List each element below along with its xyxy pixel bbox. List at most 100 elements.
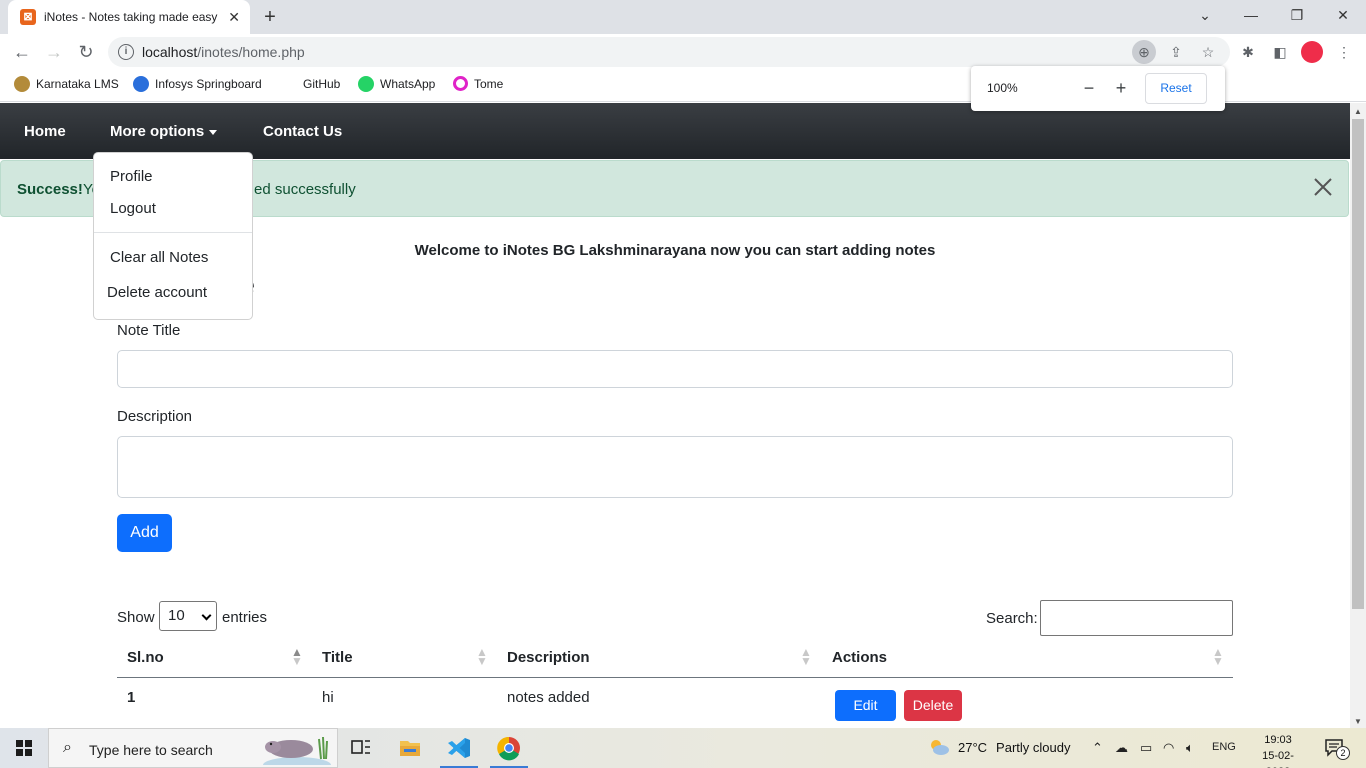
task-view-icon: [351, 740, 370, 754]
clock-date: 15-02-2023: [1262, 750, 1294, 768]
zoom-reset-button[interactable]: Reset: [1145, 73, 1207, 104]
chrome-icon: [497, 736, 520, 761]
wifi-icon[interactable]: ◠: [1163, 740, 1174, 756]
zoom-in-icon[interactable]: +: [1109, 76, 1133, 100]
weather-widget[interactable]: 27°C Partly cloudy: [928, 738, 1070, 756]
bookmark-label: Tome: [474, 76, 504, 91]
entries-length-value: 10: [168, 607, 185, 624]
sort-icon[interactable]: ▲ ▼: [1212, 646, 1224, 667]
nav-more-label: More options: [110, 123, 205, 140]
nav-more-options-toggle[interactable]: More options: [110, 123, 218, 140]
dropdown-clear-all-notes[interactable]: Clear all Notes: [110, 249, 208, 266]
scroll-thumb[interactable]: [1352, 119, 1364, 609]
vscode-icon: [448, 738, 470, 758]
chrome-app[interactable]: [486, 728, 532, 768]
browser-toolbar: ← → ↻ i localhost/inotes/home.php ⊕ ⇪ ☆ …: [0, 34, 1366, 70]
dropdown-delete-account[interactable]: Delete account: [107, 284, 207, 301]
language-indicator[interactable]: ENG: [1212, 741, 1236, 753]
start-button[interactable]: [0, 728, 48, 768]
profile-avatar[interactable]: [1301, 41, 1323, 63]
forward-icon[interactable]: →: [42, 40, 66, 64]
column-header-slno[interactable]: Sl.no: [127, 649, 164, 666]
tab-search-chevron-icon[interactable]: ⌄: [1182, 0, 1228, 30]
taskbar-search-box[interactable]: ⌕ Type here to search: [48, 728, 338, 768]
site-info-icon[interactable]: i: [118, 44, 134, 60]
dropdown-profile[interactable]: Profile: [110, 168, 153, 185]
nav-contact-link[interactable]: Contact Us: [263, 123, 342, 140]
delete-button[interactable]: Delete: [904, 690, 962, 721]
column-header-title[interactable]: Title: [322, 649, 353, 666]
hippo-illustration-icon: [263, 736, 331, 765]
alert-close-icon[interactable]: [1312, 176, 1334, 198]
file-explorer-app[interactable]: [387, 728, 433, 768]
restore-icon[interactable]: ❐: [1274, 0, 1320, 30]
back-icon[interactable]: ←: [10, 40, 34, 64]
edit-button[interactable]: Edit: [835, 690, 896, 721]
cell-description: notes added: [507, 689, 590, 706]
folder-icon: [400, 741, 420, 756]
show-hidden-icons-chevron-icon[interactable]: ⌃: [1092, 740, 1103, 756]
zoom-out-icon[interactable]: −: [1077, 76, 1101, 100]
vscode-app[interactable]: [436, 728, 482, 768]
scroll-down-arrow-icon[interactable]: ▼: [1354, 717, 1362, 726]
battery-icon[interactable]: ▭: [1140, 740, 1152, 756]
new-tab-icon[interactable]: +: [258, 5, 282, 29]
bookmark-whatsapp[interactable]: WhatsApp: [358, 76, 435, 92]
bookmark-tome[interactable]: Tome: [453, 76, 503, 91]
description-textarea[interactable]: [117, 436, 1233, 498]
alert-message-end: ed successfully: [254, 181, 356, 198]
weather-desc: Partly cloudy: [996, 739, 1071, 755]
windows-logo-icon: [16, 740, 32, 756]
side-panel-icon[interactable]: ◧: [1270, 42, 1290, 62]
table-search-input[interactable]: [1040, 600, 1233, 636]
tome-icon: [453, 76, 468, 91]
note-title-input[interactable]: [117, 350, 1233, 388]
dropdown-logout[interactable]: Logout: [110, 200, 156, 217]
menu-kebab-icon[interactable]: ⋮: [1334, 42, 1354, 62]
windows-taskbar: ⌕ Type here to search 27°C Partly cloudy…: [0, 728, 1366, 768]
tab-title: iNotes - Notes taking made easy: [44, 10, 218, 24]
bookmark-infosys-springboard[interactable]: Infosys Springboard: [133, 76, 262, 92]
infosys-icon: [133, 76, 149, 92]
entries-label: entries: [222, 609, 268, 626]
site-navbar: Home More options Contact Us: [0, 103, 1350, 159]
add-note-button[interactable]: Add: [117, 514, 172, 552]
minimize-icon[interactable]: —: [1228, 0, 1274, 30]
onedrive-cloud-icon[interactable]: ☁: [1115, 740, 1128, 756]
url-text[interactable]: localhost/inotes/home.php: [142, 44, 305, 60]
sort-icon[interactable]: ▲ ▼: [800, 646, 812, 667]
task-view-button[interactable]: [338, 728, 384, 768]
notification-count-badge: 2: [1336, 746, 1350, 760]
weather-temp: 27°C: [958, 739, 988, 755]
zoom-level: 100%: [987, 81, 1018, 95]
share-icon[interactable]: ⇪: [1164, 40, 1188, 64]
github-icon: [281, 76, 297, 92]
volume-icon[interactable]: 🔈︎: [1186, 740, 1194, 756]
scroll-up-arrow-icon[interactable]: ▲: [1354, 107, 1362, 116]
search-icon: ⌕: [63, 739, 72, 756]
description-label: Description: [117, 408, 193, 425]
zoom-icon[interactable]: ⊕: [1132, 40, 1156, 64]
bookmark-karnataka-lms[interactable]: Karnataka LMS: [14, 76, 119, 92]
page-scrollbar[interactable]: ▲ ▼: [1350, 103, 1366, 728]
zoom-popup: 100% − + Reset: [971, 66, 1225, 111]
close-tab-icon[interactable]: ✕: [228, 9, 240, 25]
karnataka-lms-icon: [14, 76, 30, 92]
column-header-actions[interactable]: Actions: [832, 649, 887, 666]
extensions-icon[interactable]: ✱: [1238, 42, 1258, 62]
entries-length-select[interactable]: 10: [159, 601, 217, 631]
clock-time: 19:03: [1264, 734, 1292, 746]
reload-icon[interactable]: ↻: [74, 40, 98, 64]
bookmark-github[interactable]: GitHub: [281, 76, 340, 92]
sort-icon[interactable]: ▲ ▼: [476, 646, 488, 667]
sort-icon[interactable]: ▲ ▼: [291, 646, 303, 667]
bookmark-star-icon[interactable]: ☆: [1196, 40, 1220, 64]
taskbar-clock[interactable]: 19:03 15-02-2023: [1256, 732, 1300, 768]
close-window-icon[interactable]: ✕: [1320, 0, 1366, 30]
address-bar[interactable]: i localhost/inotes/home.php ⊕ ⇪ ☆: [108, 37, 1230, 67]
browser-tab-strip: ⊠ iNotes - Notes taking made easy ✕ + ⌄ …: [0, 0, 1366, 34]
column-header-description[interactable]: Description: [507, 649, 590, 666]
nav-home-link[interactable]: Home: [24, 123, 66, 140]
notification-center-button[interactable]: 2: [1324, 738, 1350, 760]
browser-tab[interactable]: ⊠ iNotes - Notes taking made easy ✕: [8, 0, 250, 34]
